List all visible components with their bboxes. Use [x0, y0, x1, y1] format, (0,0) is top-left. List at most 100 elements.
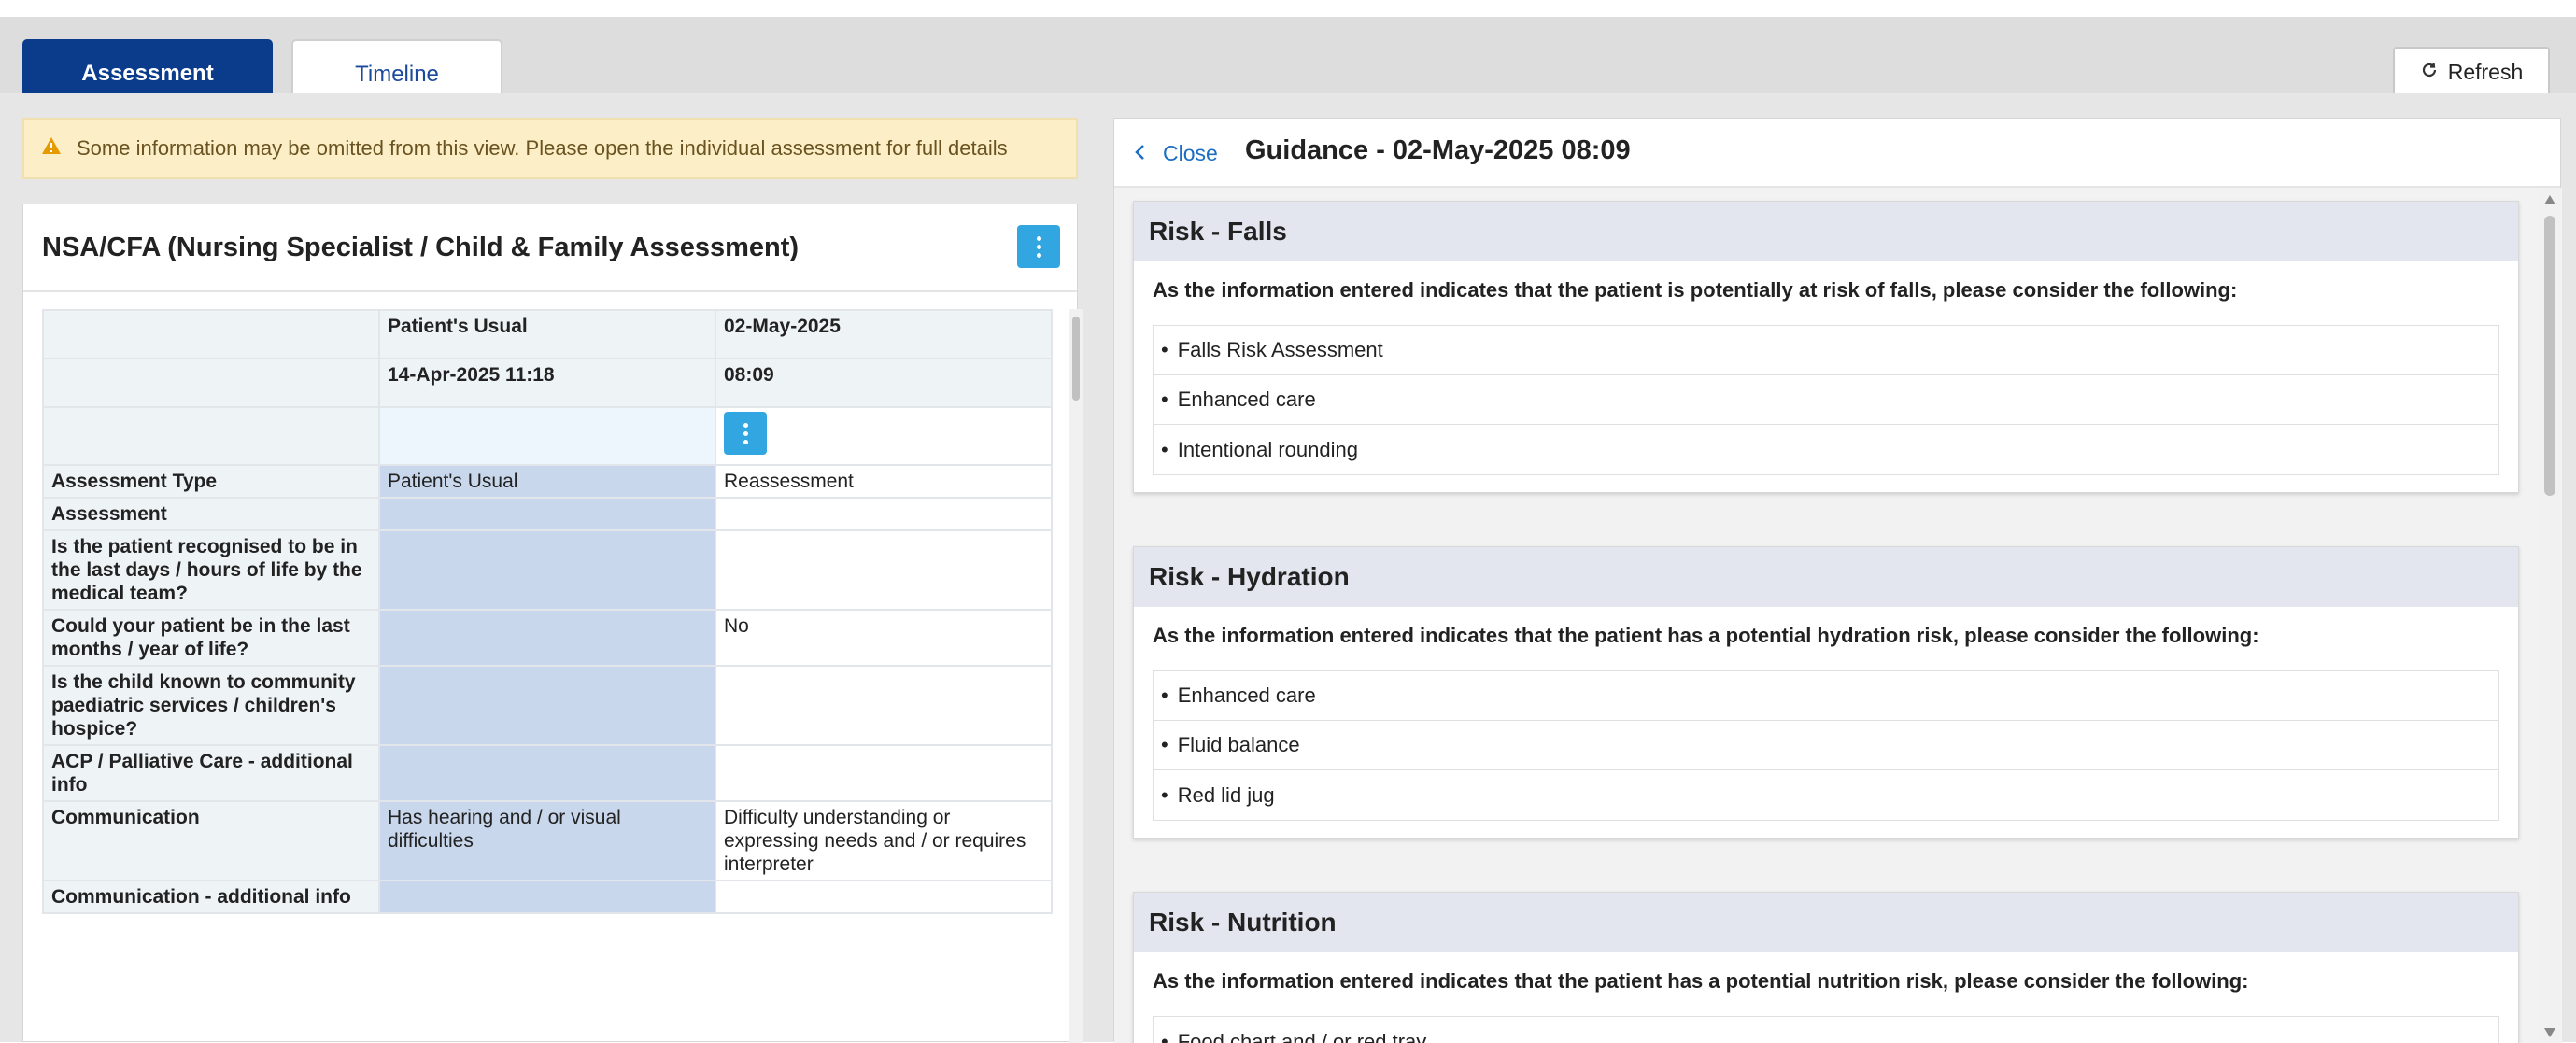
assessment-menu-button[interactable]	[1017, 225, 1060, 268]
scrollbar-thumb[interactable]	[1072, 317, 1080, 401]
row-label: Assessment	[43, 498, 379, 530]
current-cell: Reassessment	[715, 465, 1052, 498]
row-label: Is the child known to community paediatr…	[43, 666, 379, 745]
column-actions-row	[43, 407, 1052, 465]
bullet: •	[1161, 783, 1168, 808]
table-row: Communication Has hearing and / or visua…	[43, 801, 1052, 881]
row-label: ACP / Palliative Care - additional info	[43, 745, 379, 801]
bullet: •	[1161, 1030, 1168, 1043]
chevron-left-icon	[1133, 139, 1146, 168]
list-item: • Food chart and / or red tray	[1154, 1017, 2498, 1043]
card-heading: Risk - Nutrition	[1134, 893, 2518, 952]
scroll-up-arrow-icon[interactable]	[2544, 195, 2555, 204]
bullet: •	[1161, 438, 1168, 462]
guidance-list: Risk - Falls As the information entered …	[1114, 188, 2562, 1043]
usual-actions-cell	[379, 407, 715, 465]
current-cell	[715, 881, 1052, 913]
list-item-label: Enhanced care	[1178, 388, 1316, 412]
list-item-label: Falls Risk Assessment	[1178, 338, 1383, 362]
refresh-icon	[2420, 60, 2439, 85]
actions-blank	[43, 407, 379, 465]
list-item-label: Enhanced care	[1178, 684, 1316, 708]
card-description: As the information entered indicates tha…	[1134, 607, 2518, 652]
guidance-card-falls: Risk - Falls As the information entered …	[1133, 201, 2519, 493]
assessment-title: NSA/CFA (Nursing Specialist / Child & Fa…	[42, 233, 799, 263]
row-label: Communication - additional info	[43, 881, 379, 913]
refresh-label: Refresh	[2448, 60, 2524, 85]
warning-text: Some information may be omitted from thi…	[77, 136, 1008, 161]
list-item-label: Fluid balance	[1178, 733, 1300, 757]
divider	[23, 290, 1077, 292]
header-usual-line2: 14-Apr-2025 11:18	[379, 359, 715, 407]
usual-cell	[379, 881, 715, 913]
guidance-card-hydration: Risk - Hydration As the information ente…	[1133, 546, 2519, 839]
list-item-label: Food chart and / or red tray	[1178, 1030, 1427, 1043]
list-item-label: Intentional rounding	[1178, 438, 1358, 462]
current-cell	[715, 745, 1052, 801]
table-row: Assessment Type Patient's Usual Reassess…	[43, 465, 1052, 498]
list-item: •Enhanced care	[1154, 375, 2498, 425]
table-header-row: 14-Apr-2025 11:18 08:09	[43, 359, 1052, 407]
tab-bar: Assessment Timeline Refresh	[0, 17, 2576, 93]
table-row: Is the child known to community paediatr…	[43, 666, 1052, 745]
row-label: Assessment Type	[43, 465, 379, 498]
table-row: Communication - additional info	[43, 881, 1052, 913]
header-blank	[43, 359, 379, 407]
usual-cell	[379, 666, 715, 745]
table-row: Assessment	[43, 498, 1052, 530]
card-heading: Risk - Falls	[1134, 202, 2518, 261]
card-description: As the information entered indicates tha…	[1134, 261, 2518, 306]
usual-cell	[379, 745, 715, 801]
guidance-panel: Close Guidance - 02-May-2025 08:09 Risk …	[1113, 118, 2561, 1042]
scroll-down-arrow-icon[interactable]	[2544, 1028, 2555, 1037]
column-menu-button[interactable]	[724, 412, 767, 455]
card-list: • Falls Risk Assessment •Enhanced care • I…	[1153, 325, 2499, 475]
card-heading: Risk - Hydration	[1134, 547, 2518, 607]
current-cell	[715, 530, 1052, 610]
dot	[743, 431, 748, 436]
card-list: • Food chart and / or red tray	[1153, 1016, 2499, 1043]
usual-cell	[379, 498, 715, 530]
card-description: As the information entered indicates tha…	[1134, 952, 2518, 997]
omitted-info-warning: Some information may be omitted from thi…	[22, 118, 1078, 179]
current-cell: Difficulty understanding or expressing n…	[715, 801, 1052, 881]
header-usual-line1: Patient's Usual	[379, 310, 715, 359]
table-row: Could your patient be in the last months…	[43, 610, 1052, 666]
close-guidance-link[interactable]: Close	[1133, 139, 1218, 168]
list-item-label: Red lid jug	[1178, 783, 1275, 808]
bullet: •	[1161, 733, 1168, 757]
list-item: • Falls Risk Assessment	[1154, 326, 2498, 375]
bullet: •	[1161, 684, 1168, 708]
assessment-scrollbar[interactable]	[1069, 309, 1083, 1043]
dot	[1037, 245, 1041, 249]
current-cell: No	[715, 610, 1052, 666]
current-cell	[715, 498, 1052, 530]
assessment-viewer: Assessment Timeline Refresh Some informa…	[0, 0, 2576, 1042]
header-current-line1: 02-May-2025	[715, 310, 1052, 359]
usual-cell	[379, 530, 715, 610]
warning-icon	[41, 136, 62, 161]
usual-cell: Has hearing and / or visual difficulties	[379, 801, 715, 881]
dot	[743, 423, 748, 428]
dot	[743, 440, 748, 444]
current-actions-cell	[715, 407, 1052, 465]
dot	[1037, 253, 1041, 258]
assessment-table: Patient's Usual 02-May-2025 14-Apr-2025 …	[42, 309, 1053, 914]
usual-cell	[379, 610, 715, 666]
card-list: • Enhanced care • Fluid balance • Red lid j…	[1153, 670, 2499, 821]
table-row: Is the patient recognised to be in the l…	[43, 530, 1052, 610]
list-item: • Fluid balance	[1154, 721, 2498, 770]
dot	[1037, 236, 1041, 241]
scrollbar-thumb[interactable]	[2544, 216, 2555, 496]
row-label: Communication	[43, 801, 379, 881]
list-item: • Enhanced care	[1154, 671, 2498, 721]
usual-cell: Patient's Usual	[379, 465, 715, 498]
refresh-button[interactable]: Refresh	[2393, 47, 2550, 97]
header-current-line2: 08:09	[715, 359, 1052, 407]
guidance-card-nutrition: Risk - Nutrition As the information ente…	[1133, 892, 2519, 1043]
current-cell	[715, 666, 1052, 745]
guidance-title: Guidance - 02-May-2025 08:09	[1245, 135, 1631, 166]
bullet: •	[1161, 338, 1168, 362]
guidance-scrollbar[interactable]	[2540, 188, 2560, 1043]
table-header-row: Patient's Usual 02-May-2025	[43, 310, 1052, 359]
